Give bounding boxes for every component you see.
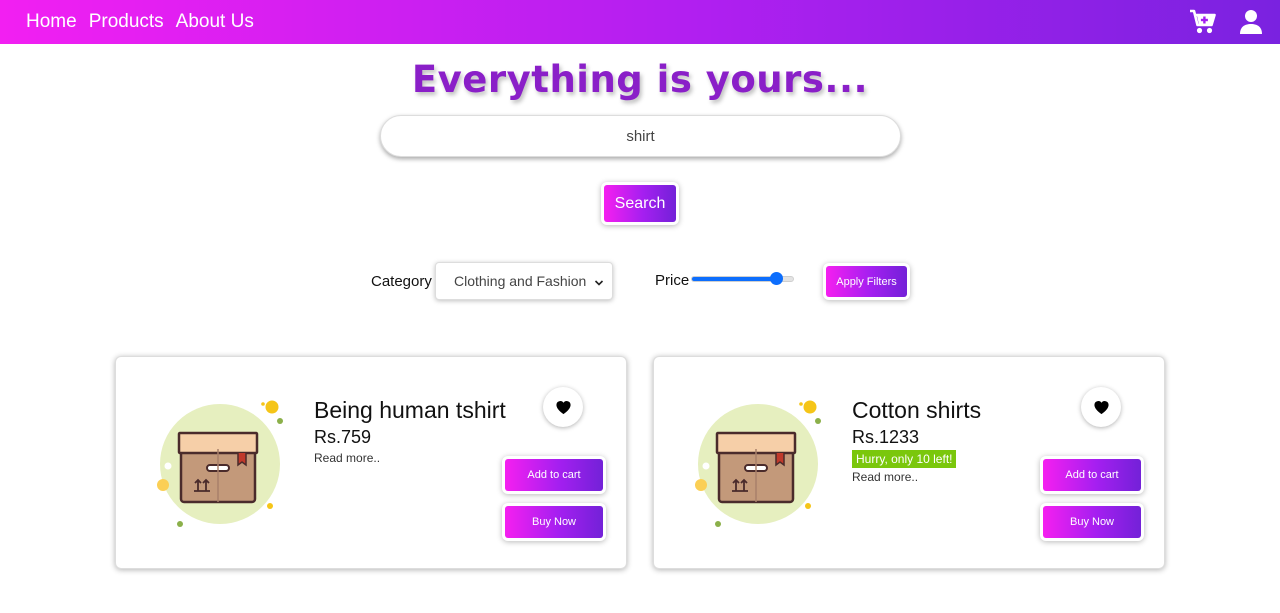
nav-icons [1188,0,1266,44]
chevron-down-icon [594,275,604,291]
category-select[interactable]: Clothing and Fashion [435,262,613,300]
search-button[interactable]: Search [604,185,676,222]
stock-badge: Hurry, only 10 left! [852,450,957,468]
add-to-cart-button[interactable]: Add to cart [505,459,603,491]
price-label: Price [655,272,690,289]
wishlist-button[interactable] [543,387,583,427]
product-card: Being human tshirt Rs.759 Read more.. Ad… [115,356,627,569]
filter-row: Category Clothing and Fashion Price Appl… [0,262,1280,302]
buy-now-button[interactable]: Buy Now [1043,506,1141,538]
heart-icon [1093,401,1109,415]
read-more-link[interactable]: Read more.. [852,470,918,484]
nav-link-about-us[interactable]: About Us [176,11,254,33]
category-selected-value: Clothing and Fashion [454,273,587,289]
category-label: Category [371,273,432,290]
price-slider-thumb[interactable] [769,272,783,285]
nav-link-home[interactable]: Home [26,11,77,33]
nav-link-products[interactable]: Products [89,11,164,33]
product-box-image [695,400,821,527]
wishlist-button[interactable] [1081,387,1121,427]
apply-filters-button[interactable]: Apply Filters [826,266,907,297]
user-icon[interactable] [1236,7,1266,37]
read-more-link[interactable]: Read more.. [314,451,380,465]
product-box-image [157,400,283,527]
heart-icon [555,401,571,415]
product-card: Cotton shirts Rs.1233 Hurry, only 10 lef… [653,356,1165,569]
product-name[interactable]: Being human tshirt [314,397,506,424]
product-price: Rs.759 [314,427,372,447]
price-slider-fill [692,277,776,281]
price-slider[interactable] [691,272,794,285]
navbar: Home Products About Us [0,0,1280,44]
search-input[interactable] [380,115,901,157]
product-price: Rs.1233 [852,427,920,447]
page-title: Everything is yours... [411,58,869,101]
product-name[interactable]: Cotton shirts [852,397,981,424]
cart-plus-icon[interactable] [1188,7,1218,37]
buy-now-button[interactable]: Buy Now [505,506,603,538]
add-to-cart-button[interactable]: Add to cart [1043,459,1141,491]
